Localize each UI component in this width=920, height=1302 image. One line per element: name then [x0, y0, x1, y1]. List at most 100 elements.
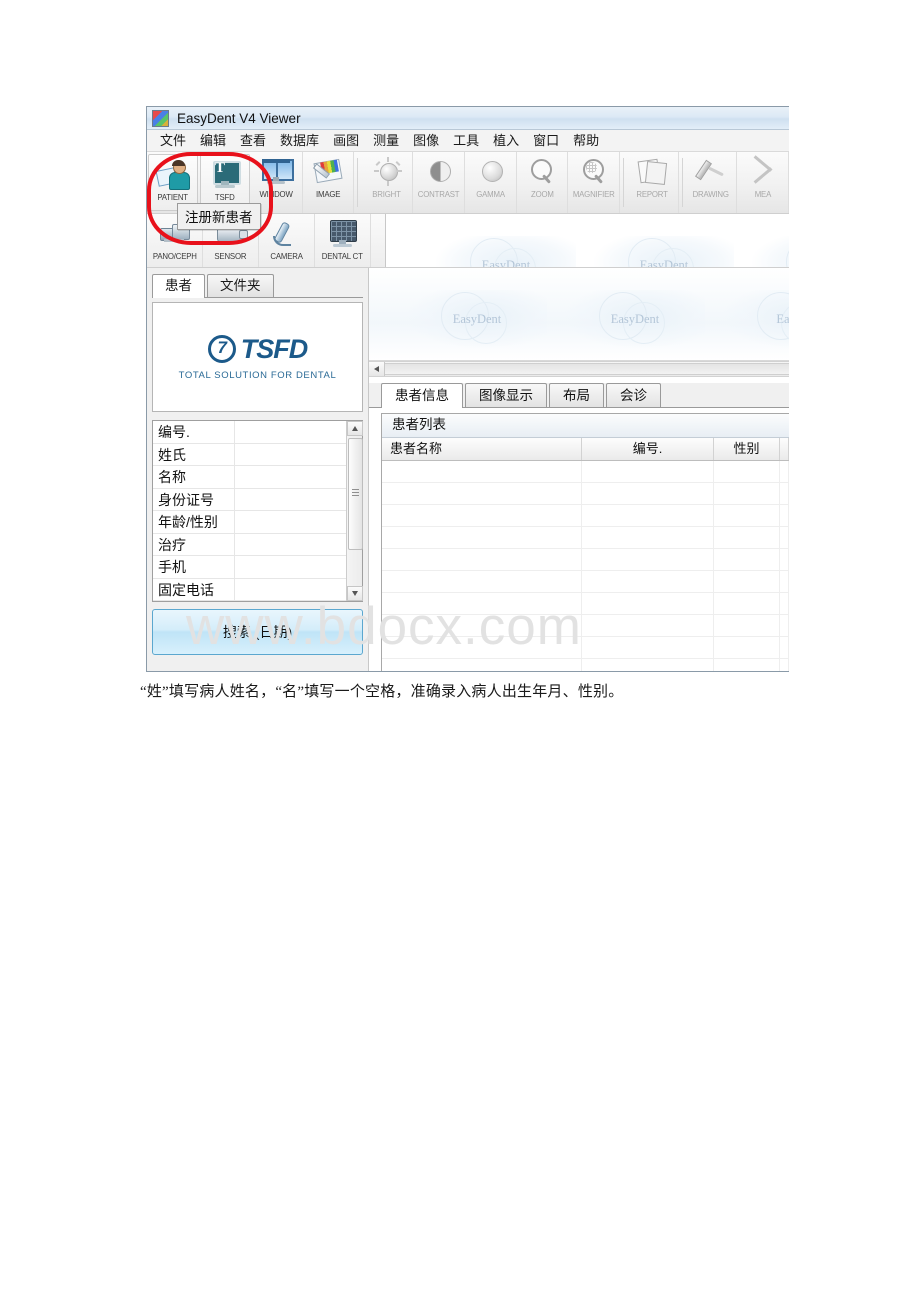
table-row[interactable] — [382, 571, 789, 593]
table-row[interactable] — [382, 659, 789, 671]
table-row[interactable] — [382, 549, 789, 571]
field-row[interactable]: 姓氏 — [153, 443, 346, 466]
easydent-watermark-2: EasyDent — [594, 236, 734, 267]
scroll-up-arrow-icon[interactable] — [347, 421, 363, 436]
ruler-caliper-icon — [746, 155, 780, 188]
field-row[interactable]: 年龄/性别 — [153, 511, 346, 534]
table-row[interactable] — [382, 483, 789, 505]
horizontal-scroll-track[interactable] — [385, 363, 789, 375]
scroll-left-arrow-icon[interactable] — [369, 362, 385, 376]
patient-search-field-list: 编号. 姓氏 名称 身份证号 年龄/性别 治疗 手机 固定电话 — [152, 420, 363, 602]
field-value-id[interactable] — [235, 421, 346, 443]
field-rows: 编号. 姓氏 名称 身份证号 年龄/性别 治疗 手机 固定电话 — [153, 421, 346, 601]
toolbar-button-camera[interactable]: CAMERA — [259, 214, 315, 267]
menu-item-measure[interactable]: 测量 — [366, 131, 406, 151]
scroll-down-arrow-icon[interactable] — [347, 586, 363, 601]
field-row[interactable]: 名称 — [153, 466, 346, 489]
toolbar-label-camera: CAMERA — [270, 251, 303, 261]
toolbar-label-drawing: DRAWING — [692, 189, 730, 199]
menu-item-window[interactable]: 窗口 — [526, 131, 566, 151]
menu-item-tools[interactable]: 工具 — [446, 131, 486, 151]
table-row[interactable] — [382, 505, 789, 527]
toolbar-button-drawing[interactable]: DRAWING — [686, 152, 738, 213]
tab-patient[interactable]: 患者 — [152, 274, 205, 298]
field-value-givenname[interactable] — [235, 466, 346, 488]
patient-table-header: 患者名称 编号. 性别 — [382, 438, 789, 461]
menu-item-edit[interactable]: 编辑 — [193, 131, 233, 151]
toolbar-label-gamma: GAMMA — [475, 189, 505, 199]
tab-patient-info[interactable]: 患者信息 — [381, 383, 463, 408]
table-row[interactable] — [382, 593, 789, 615]
search-by-date-button[interactable]: 搜索 (日期) — [152, 609, 363, 655]
menu-item-view[interactable]: 查看 — [233, 131, 273, 151]
menu-item-draw[interactable]: 画图 — [326, 131, 366, 151]
field-value-age-gender[interactable] — [235, 511, 346, 533]
toolbar-button-contrast[interactable]: CONTRAST — [413, 152, 465, 213]
field-row[interactable]: 编号. — [153, 421, 346, 444]
preview-horizontal-scrollbar[interactable] — [369, 361, 789, 377]
report-pages-icon — [635, 156, 669, 188]
field-row[interactable]: 身份证号 — [153, 488, 346, 511]
field-value-surname[interactable] — [235, 444, 346, 466]
toolbar-label-report: REPORT — [636, 189, 669, 199]
menu-item-database[interactable]: 数据库 — [273, 131, 326, 151]
field-value-idcard[interactable] — [235, 489, 346, 511]
field-value-landline[interactable] — [235, 579, 346, 601]
tab-consultation[interactable]: 会诊 — [606, 383, 661, 407]
menu-item-image[interactable]: 图像 — [406, 131, 446, 151]
tooltip-register-new-patient: 注册新患者 — [177, 203, 261, 230]
column-header-id[interactable]: 编号. — [582, 438, 714, 460]
intraoral-camera-icon — [270, 218, 304, 250]
tsfd-mark-icon — [207, 335, 236, 363]
tsfd-logo: TSFD — [207, 333, 308, 365]
patient-list-caption: 患者列表 — [382, 414, 789, 438]
toolbar-button-gamma[interactable]: GAMMA — [465, 152, 517, 213]
easydent-watermark-3: EasyD — [752, 236, 789, 267]
monitor-t-icon: T — [208, 159, 242, 191]
field-label-surname: 姓氏 — [153, 443, 235, 465]
toolbar-button-zoom[interactable]: ZOOM — [517, 152, 569, 213]
table-row[interactable] — [382, 461, 789, 483]
column-header-name[interactable]: 患者名称 — [382, 438, 582, 460]
toolbar-label-magnifier: MAGNIFIER — [572, 189, 615, 199]
patient-table-body[interactable] — [382, 461, 789, 671]
column-header-extra[interactable] — [780, 438, 789, 460]
toolbar-label-zoom: ZOOM — [530, 189, 554, 199]
column-header-gender[interactable]: 性别 — [714, 438, 780, 460]
toolbar-button-magnifier[interactable]: MAGNIFIER — [568, 152, 620, 213]
toolbar-button-dental-ct[interactable]: DENTAL CT — [315, 214, 371, 267]
tab-folder[interactable]: 文件夹 — [207, 274, 274, 297]
easydent-watermark-6: EasyD — [723, 290, 789, 348]
sidebar-tabs: 患者 文件夹 — [152, 274, 363, 298]
patient-card-icon — [155, 159, 190, 191]
field-row[interactable]: 手机 — [153, 556, 346, 579]
tsfd-tagline: TOTAL SOLUTION FOR DENTAL — [178, 369, 337, 381]
table-row[interactable] — [382, 527, 789, 549]
toolbar-button-image[interactable]: IMAGE — [303, 152, 355, 213]
scrollbar-thumb[interactable] — [348, 438, 363, 550]
table-row[interactable] — [382, 615, 789, 637]
toolbar-button-bright[interactable]: BRIGHT — [361, 152, 414, 213]
tab-layout[interactable]: 布局 — [549, 383, 604, 407]
field-value-treatment[interactable] — [235, 534, 346, 556]
tab-image-display[interactable]: 图像显示 — [465, 383, 547, 407]
field-value-mobile[interactable] — [235, 556, 346, 578]
toolbar-button-report[interactable]: REPORT — [627, 152, 679, 213]
menu-item-file[interactable]: 文件 — [153, 131, 193, 151]
tsfd-logo-text: TSFD — [240, 333, 308, 364]
preview-thumbnail-strip-top: EasyDent EasyDent EasyD — [386, 214, 789, 267]
menu-item-implant[interactable]: 植入 — [486, 131, 526, 151]
toolbar-button-measure[interactable]: MEA — [737, 152, 789, 213]
window-icon — [259, 156, 295, 188]
field-row[interactable]: 治疗 — [153, 533, 346, 556]
window-body: 患者 文件夹 TSFD TOTAL SOLUTION FOR DENTAL 编号… — [147, 268, 789, 671]
table-row[interactable] — [382, 637, 789, 659]
field-row[interactable]: 固定电话 — [153, 578, 346, 601]
toolbar-label-sensor: SENSOR — [214, 251, 247, 261]
toolbar-separator-2 — [623, 158, 624, 207]
toolbar-label-tsfd: TSFD — [215, 192, 235, 202]
patient-list-container: 患者列表 患者名称 编号. 性别 — [381, 413, 789, 671]
menu-item-help[interactable]: 帮助 — [566, 131, 606, 151]
app-icon — [152, 109, 169, 127]
field-list-vertical-scrollbar[interactable] — [346, 421, 363, 601]
